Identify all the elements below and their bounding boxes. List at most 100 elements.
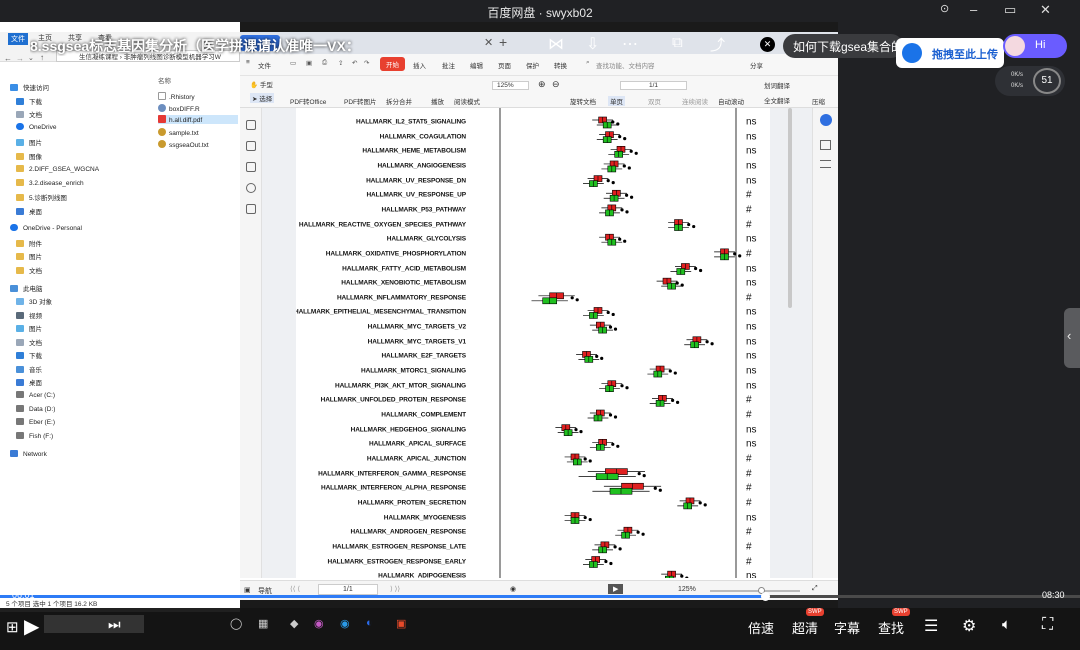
share-icon[interactable]: ⋈: [548, 34, 564, 54]
file-rhistory[interactable]: .Rhistory: [158, 92, 195, 101]
drive-c[interactable]: Acer (C:): [16, 391, 55, 403]
edge-taskbar-icon[interactable]: ◉: [340, 617, 350, 630]
signature-icon[interactable]: [246, 204, 256, 214]
close-promo-icon[interactable]: ✕: [760, 37, 775, 52]
pc-desktop[interactable]: 桌面: [16, 377, 42, 389]
minimize-icon[interactable]: –: [970, 2, 977, 17]
file-sample[interactable]: sample.txt: [158, 128, 199, 137]
nav-onedrive[interactable]: OneDrive: [16, 123, 56, 135]
nav-images[interactable]: 图像: [16, 151, 42, 163]
speed-button[interactable]: 倍速: [748, 618, 774, 637]
playlist-icon[interactable]: ☰: [924, 616, 938, 636]
forward-arrow-icon[interactable]: →: [16, 54, 24, 63]
next-icon[interactable]: ⏭: [108, 616, 121, 633]
quick-access[interactable]: 快速访问: [10, 82, 49, 94]
vertical-scrollbar[interactable]: [788, 108, 792, 308]
promo-question[interactable]: 如何下载gsea集合的: [783, 34, 903, 58]
pin-icon[interactable]: ⊙: [940, 2, 949, 15]
menu-insert[interactable]: 插入: [413, 60, 426, 70]
menu-convert[interactable]: 转换: [554, 60, 567, 70]
autoscroll-button[interactable]: 自动滚动: [718, 96, 744, 106]
windows-start-icon[interactable]: ⊞: [6, 618, 19, 636]
fullscreen-icon[interactable]: ⤢: [812, 585, 818, 593]
save-icon[interactable]: ▣: [306, 59, 312, 67]
single-page-button[interactable]: 单页: [608, 96, 625, 106]
subtitle-button[interactable]: 字幕: [834, 618, 860, 637]
open-folder-icon[interactable]: ▭: [290, 59, 296, 67]
pc-documents[interactable]: 文档: [16, 337, 42, 349]
zoom-slider[interactable]: [710, 590, 800, 592]
nav-desktop[interactable]: 桌面: [16, 206, 42, 218]
attachment-icon[interactable]: [246, 183, 256, 193]
close-icon[interactable]: ✕: [1040, 2, 1051, 18]
zoom-in-icon[interactable]: ⊕: [538, 79, 546, 90]
eye-icon[interactable]: ◉: [510, 585, 516, 593]
hand-tool[interactable]: ✋ 手型: [250, 79, 273, 89]
full-translate-button[interactable]: 全文翻译: [764, 95, 790, 105]
this-pc[interactable]: 此电脑: [10, 283, 43, 295]
quality-button[interactable]: 超清: [792, 618, 818, 637]
file-pdf-selected[interactable]: h.all.diff.pdf: [158, 115, 238, 124]
settings-icon[interactable]: ⚙: [962, 616, 976, 636]
pc-pictures[interactable]: 图片: [16, 323, 42, 335]
first-page-icon[interactable]: ⟨⟨ ⟨: [290, 585, 300, 593]
menu-start[interactable]: 开始: [380, 57, 405, 71]
drive-e[interactable]: Eber (E:): [16, 418, 55, 430]
tab-file[interactable]: 文件: [8, 33, 28, 45]
nav-downloads[interactable]: 下载: [16, 96, 42, 108]
collapse-panel-button[interactable]: ‹: [1064, 308, 1080, 368]
rotate-button[interactable]: 旋转文档: [570, 96, 596, 106]
task-view-icon[interactable]: ◯: [230, 617, 242, 630]
app2-taskbar-icon[interactable]: ◉: [314, 617, 324, 630]
comment-icon[interactable]: [246, 162, 256, 172]
redo-icon[interactable]: ↷: [364, 59, 369, 67]
explorer-taskbar-icon[interactable]: ▦: [258, 617, 268, 630]
feature-search-input[interactable]: 查找功能、文档内容: [596, 60, 655, 70]
nav-panel-icon[interactable]: ▣: [244, 586, 251, 594]
file-boxdiff[interactable]: boxDIFF.R: [158, 104, 200, 113]
column-name[interactable]: 名称: [158, 75, 171, 85]
status-page-input[interactable]: 1/1: [318, 584, 378, 595]
bookmark-icon[interactable]: [246, 120, 256, 130]
status-zoom[interactable]: 125%: [678, 586, 696, 593]
word-translate-button[interactable]: 划词翻译: [764, 80, 790, 90]
network[interactable]: Network: [10, 450, 47, 462]
zoom-select[interactable]: 125%: [492, 81, 529, 90]
taskbar-search[interactable]: [44, 615, 144, 633]
page-input[interactable]: 1/1: [620, 81, 688, 90]
next-page-icon[interactable]: ⟩ ⟩⟩: [390, 585, 400, 593]
split-merge-button[interactable]: 拆分合并: [386, 96, 412, 106]
drive-f[interactable]: Fish (F:): [16, 432, 53, 444]
play-button[interactable]: 播放: [431, 96, 444, 106]
thumbnail-icon[interactable]: [246, 141, 256, 151]
menu-annotate[interactable]: 批注: [442, 60, 455, 70]
new-tab-icon[interactable]: +: [499, 34, 507, 50]
play-icon[interactable]: ▶: [24, 614, 39, 639]
od-documents[interactable]: 文档: [16, 265, 42, 277]
pdf-to-office-button[interactable]: PDF转Office: [290, 96, 326, 106]
r-taskbar-icon[interactable]: ◐: [366, 617, 373, 629]
print-icon[interactable]: ⎙: [322, 59, 327, 67]
back-arrow-icon[interactable]: ←: [4, 54, 12, 63]
settings-slider-icon[interactable]: [820, 160, 831, 168]
nav-diff-gsea[interactable]: 2.DIFF_GSEA_WGCNA: [16, 165, 99, 177]
pc-music[interactable]: 音乐: [16, 364, 42, 376]
play-icon[interactable]: ▶: [608, 584, 624, 594]
export-icon[interactable]: ⇪: [338, 59, 343, 67]
compress-button[interactable]: 压缩: [812, 96, 825, 106]
drive-d[interactable]: Data (D:): [16, 405, 55, 417]
menu-edit[interactable]: 编辑: [470, 60, 483, 70]
onedrive-personal[interactable]: OneDrive - Personal: [10, 224, 82, 236]
double-page-button[interactable]: 双页: [648, 96, 661, 106]
download-icon[interactable]: ⇩: [586, 34, 599, 54]
more-icon[interactable]: ⋯: [622, 34, 638, 54]
share-button[interactable]: 分享: [750, 60, 763, 70]
close-tab-icon[interactable]: ✕: [484, 36, 493, 49]
zoom-out-icon[interactable]: ⊖: [552, 79, 560, 90]
pdf-to-image-button[interactable]: PDF转图片: [344, 96, 377, 106]
video-progress-handle[interactable]: [760, 592, 770, 601]
nav-disease-enrich[interactable]: 3.2.disease_enrich: [16, 179, 84, 191]
nav-pictures[interactable]: 图片: [16, 137, 42, 149]
continuous-button[interactable]: 连续阅读: [682, 96, 708, 106]
pip-icon[interactable]: ⧉: [672, 34, 683, 51]
